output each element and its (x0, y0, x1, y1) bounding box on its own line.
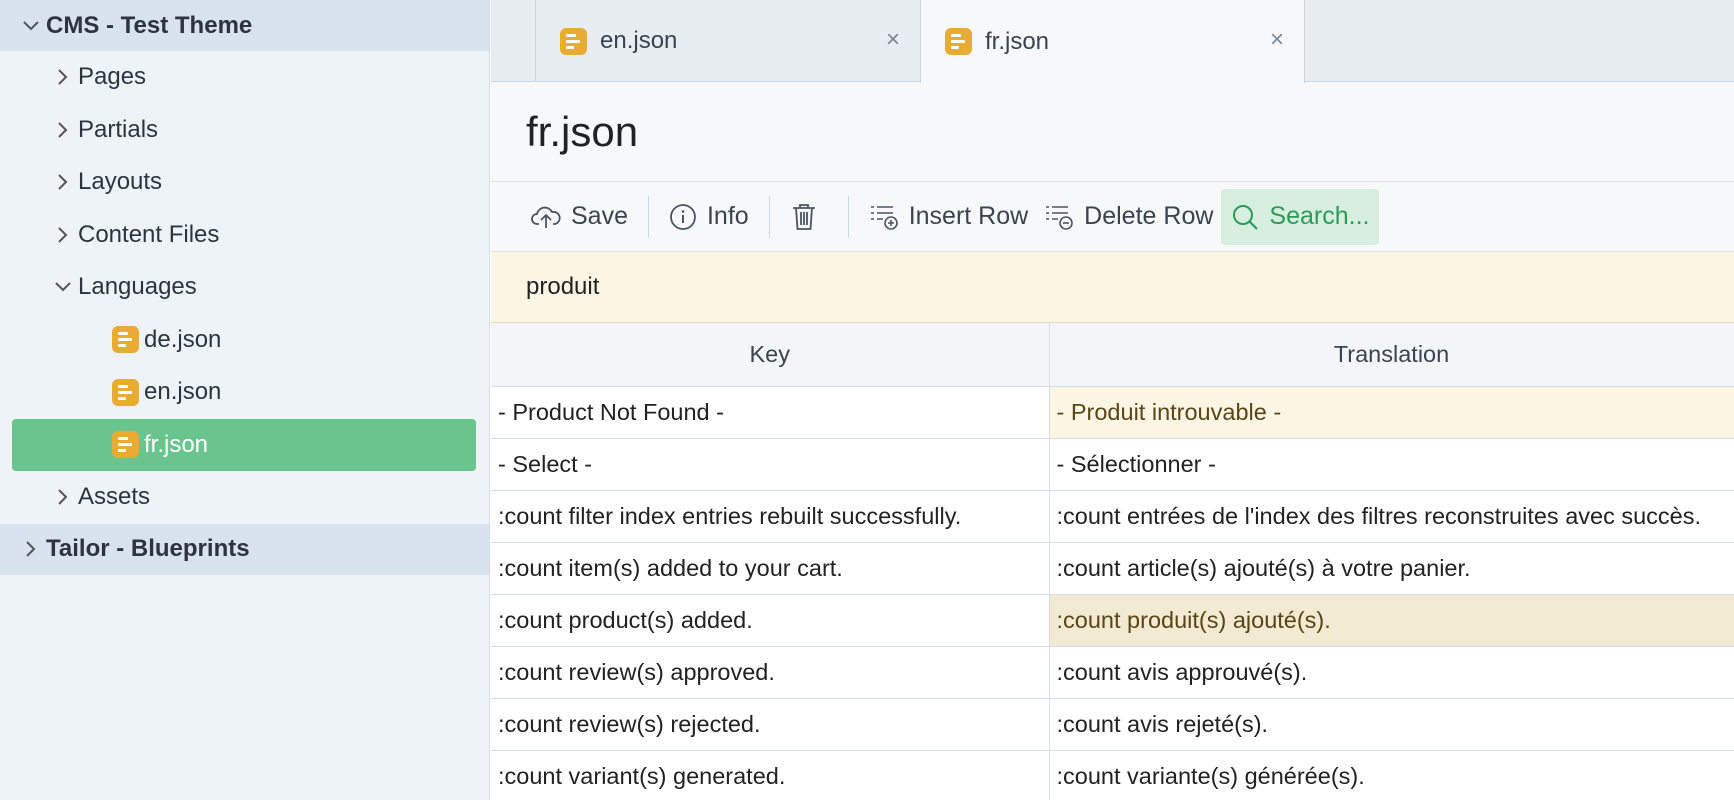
tab-fr-json[interactable]: fr.json × (920, 0, 1305, 83)
key-cell[interactable]: - Product Not Found - (491, 386, 1050, 439)
chevron-down-icon (48, 282, 78, 292)
translation-cell[interactable]: - Sélectionner - (1049, 438, 1734, 491)
table-row[interactable]: - Product Not Found - - Produit introuva… (491, 386, 1734, 439)
translation-cell[interactable]: :count avis rejeté(s). (1049, 698, 1734, 751)
table-row[interactable]: :count review(s) rejected. :count avis r… (491, 698, 1734, 751)
tab-label: fr.json (985, 27, 1050, 55)
key-cell[interactable]: :count review(s) approved. (491, 646, 1050, 699)
search-value: produit (526, 273, 600, 300)
group-cms-test-theme[interactable]: CMS - Test Theme (0, 0, 489, 51)
file-icon (112, 431, 139, 459)
tree-item-assets[interactable]: Assets (0, 471, 489, 524)
delete-row-icon (1046, 205, 1073, 230)
info-icon (670, 203, 696, 230)
chevron-right-icon (48, 227, 78, 243)
delete-row-label: Delete Row (1084, 202, 1214, 230)
key-cell[interactable]: :count review(s) rejected. (491, 698, 1050, 751)
search-icon (1233, 204, 1259, 230)
tree-item-label: Layouts (78, 168, 163, 196)
group-label: Tailor - Blueprints (46, 535, 250, 562)
translation-cell[interactable]: :count variante(s) générée(s). (1049, 750, 1734, 800)
key-cell[interactable]: :count item(s) added to your cart. (491, 542, 1050, 595)
page-title-area: fr.json (491, 82, 1734, 182)
close-icon[interactable]: × (886, 28, 900, 52)
tree-item-languages[interactable]: Languages (0, 261, 489, 314)
tree-item-content-files[interactable]: Content Files (0, 209, 489, 262)
sidebar: CMS - Test Theme Pages Partials Layouts … (0, 0, 490, 800)
tree-item-label: Content Files (78, 220, 220, 248)
key-cell[interactable]: - Select - (491, 438, 1050, 491)
chevron-down-icon (16, 20, 46, 31)
search-button[interactable]: Search... (1221, 188, 1380, 245)
save-label: Save (571, 202, 628, 230)
chevron-right-icon (16, 541, 46, 557)
key-cell[interactable]: :count product(s) added. (491, 594, 1050, 647)
table-row[interactable]: :count variant(s) generated. :count vari… (491, 750, 1734, 800)
chevron-right-icon (48, 174, 78, 190)
translation-cell[interactable]: :count entrées de l'index des filtres re… (1049, 490, 1734, 543)
file-icon (560, 27, 587, 55)
tree-item-label: Assets (78, 483, 151, 511)
chevron-right-icon (48, 489, 78, 505)
table-header-row: Key Translation (491, 323, 1734, 387)
insert-row-label: Insert Row (908, 202, 1029, 230)
tab-bar: en.json × fr.json × (491, 0, 1734, 83)
file-icon (112, 326, 139, 354)
chevron-right-icon (48, 122, 78, 138)
table-row[interactable]: :count review(s) approved. :count avis a… (491, 646, 1734, 699)
group-label: CMS - Test Theme (46, 11, 253, 39)
tree-item-de-json[interactable]: de.json (0, 314, 489, 367)
delete-button[interactable] (782, 189, 836, 245)
tree-item-label: en.json (144, 378, 222, 406)
translation-cell[interactable]: :count produit(s) ajouté(s). (1049, 594, 1734, 647)
tree-item-en-json[interactable]: en.json (0, 366, 489, 419)
delete-row-button[interactable]: Delete Row (1036, 189, 1221, 245)
tree-item-label: Partials (78, 115, 159, 143)
translation-table: Key Translation - Product Not Found - - … (491, 323, 1734, 800)
tree-item-label: Languages (78, 273, 197, 301)
column-header-translation[interactable]: Translation (1049, 323, 1734, 387)
tab-label: en.json (600, 27, 678, 54)
divider (768, 195, 770, 238)
insert-row-button[interactable]: Insert Row (861, 189, 1036, 245)
tree-item-layouts[interactable]: Layouts (0, 156, 489, 209)
tree-item-partials[interactable]: Partials (0, 104, 489, 157)
toolbar: Save Info Insert Row Delete Row Search..… (491, 182, 1734, 252)
table-row[interactable]: - Select - - Sélectionner - (491, 438, 1734, 491)
table-row[interactable]: :count product(s) added. :count produit(… (491, 594, 1734, 647)
search-label: Search... (1269, 202, 1370, 230)
save-button[interactable]: Save (523, 189, 636, 245)
close-icon[interactable]: × (1270, 28, 1284, 52)
tab-en-json[interactable]: en.json × (535, 0, 920, 82)
tree-item-pages[interactable]: Pages (0, 51, 489, 104)
translation-cell[interactable]: - Produit introuvable - (1049, 386, 1734, 439)
file-icon (112, 378, 139, 406)
key-cell[interactable]: :count variant(s) generated. (491, 750, 1050, 800)
tree-item-label: Pages (78, 63, 147, 91)
column-header-key[interactable]: Key (491, 323, 1050, 387)
chevron-right-icon (48, 69, 78, 85)
page-title: fr.json (526, 107, 639, 155)
info-button[interactable]: Info (661, 189, 757, 245)
search-input[interactable]: produit (491, 252, 1734, 323)
tree-item-label: de.json (144, 325, 222, 353)
translation-cell[interactable]: :count article(s) ajouté(s) à votre pani… (1049, 542, 1734, 595)
divider (647, 195, 649, 238)
table-row[interactable]: :count item(s) added to your cart. :coun… (491, 542, 1734, 595)
main-panel: en.json × fr.json × fr.json Save Info In… (491, 0, 1734, 800)
tree-item-label: fr.json (144, 430, 209, 458)
table-row[interactable]: :count filter index entries rebuilt succ… (491, 490, 1734, 543)
file-icon (945, 28, 972, 55)
translation-cell[interactable]: :count avis approuvé(s). (1049, 646, 1734, 699)
key-cell[interactable]: :count filter index entries rebuilt succ… (491, 490, 1050, 543)
info-label: Info (706, 202, 749, 230)
cloud-upload-icon (531, 206, 561, 228)
insert-row-icon (870, 205, 898, 230)
divider (847, 195, 849, 238)
trash-icon (792, 203, 815, 230)
group-tailor-blueprints[interactable]: Tailor - Blueprints (0, 523, 489, 575)
tree-item-fr-json[interactable]: fr.json (12, 418, 476, 471)
